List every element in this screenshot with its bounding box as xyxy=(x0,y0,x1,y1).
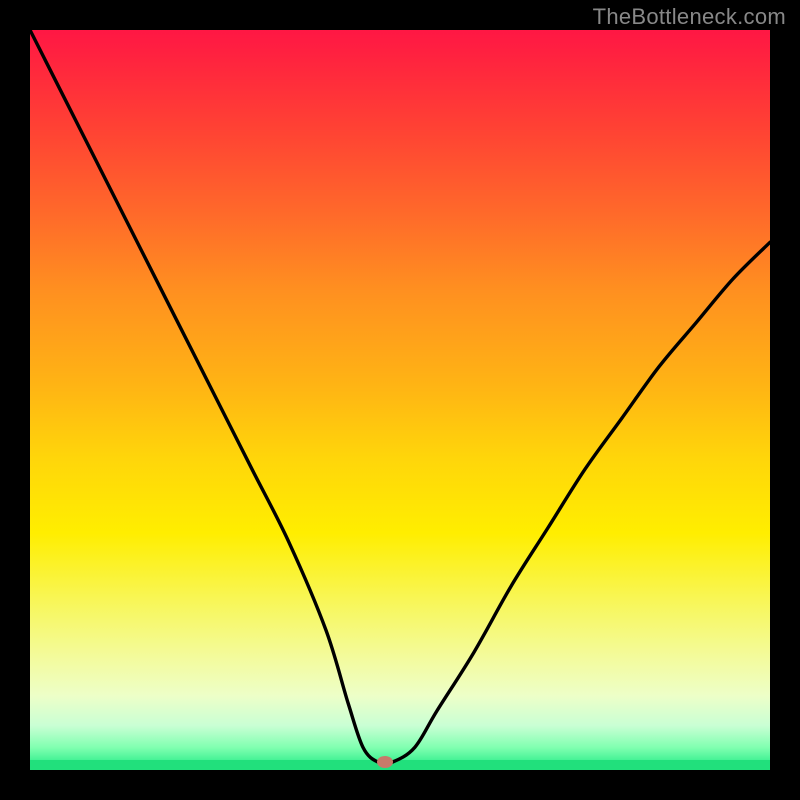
chart-container: TheBottleneck.com xyxy=(0,0,800,800)
optimum-marker xyxy=(377,756,393,768)
plot-area xyxy=(30,30,770,770)
curve-svg xyxy=(30,30,770,770)
bottleneck-curve xyxy=(30,30,770,764)
watermark-text: TheBottleneck.com xyxy=(593,4,786,30)
